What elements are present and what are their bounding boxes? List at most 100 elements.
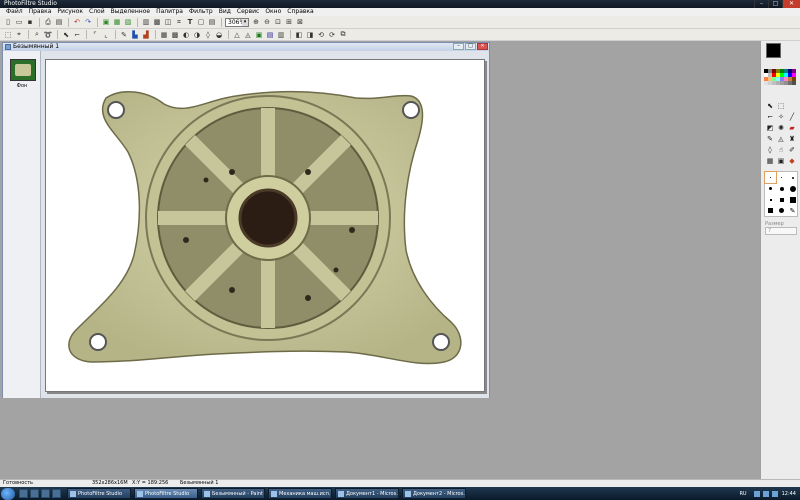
document-window[interactable]: Безымянный 1 – □ ✕ Фон <box>2 42 490 398</box>
print-icon[interactable]: ⎙ <box>43 17 53 27</box>
tray-icon[interactable] <box>762 490 769 497</box>
magic-wand-icon[interactable]: ⌕ <box>32 30 42 40</box>
pattern-tool-icon[interactable]: ▦ <box>765 156 775 166</box>
brush-size-option[interactable] <box>776 183 787 194</box>
fullscreen-icon[interactable]: ⊠ <box>295 17 305 27</box>
flip-v-icon[interactable]: ◨ <box>305 30 315 40</box>
save-icon[interactable]: ▪ <box>25 17 35 27</box>
brush-size-option[interactable] <box>765 194 776 205</box>
brush-tool-icon[interactable]: ✎ <box>765 134 775 144</box>
selection-tool-icon[interactable]: ⬚ <box>776 101 786 111</box>
menu-layer[interactable]: Слой <box>86 8 108 16</box>
fill-tool-icon[interactable]: ◩ <box>765 123 775 133</box>
menu-image[interactable]: Рисунок <box>54 8 86 16</box>
fill-icon[interactable]: ▙ <box>130 30 140 40</box>
brush-size-option[interactable] <box>787 172 798 183</box>
stamp-icon[interactable]: ✎ <box>119 30 129 40</box>
paste-icon[interactable]: ▦ <box>112 17 122 27</box>
eraser-tool-icon[interactable]: ▰ <box>787 123 797 133</box>
doc-close-button[interactable]: ✕ <box>477 43 488 50</box>
taskbar-item[interactable]: PhotoFiltre Studio <box>134 488 198 499</box>
menu-file[interactable]: Файл <box>3 8 26 16</box>
taskbar-item[interactable]: PhotoFiltre Studio <box>67 488 131 499</box>
stamp-tool-icon[interactable]: ♜ <box>787 134 797 144</box>
menu-help[interactable]: Справка <box>284 8 316 16</box>
drop-icon[interactable]: ◊ <box>203 30 213 40</box>
options-select[interactable]: 7 <box>765 227 797 235</box>
rotate-icon[interactable]: ⟲ <box>316 30 326 40</box>
pointer-tool-icon[interactable]: ⬉ <box>765 101 775 111</box>
taskbar-item[interactable]: Документ1 - Micros... <box>335 488 399 499</box>
image-canvas[interactable] <box>45 59 485 392</box>
menu-tools[interactable]: Сервис <box>234 8 262 16</box>
pencil-tool-icon[interactable]: ✐ <box>787 145 797 155</box>
line-tool-icon[interactable]: ╱ <box>787 112 797 122</box>
align-icon[interactable]: ⌞ <box>101 30 111 40</box>
menu-view[interactable]: Вид <box>216 8 234 16</box>
image-size-icon[interactable]: ▥ <box>141 17 151 27</box>
arrow-select-icon[interactable]: ⬉ <box>61 30 71 40</box>
brightness-icon[interactable]: ◑ <box>192 30 202 40</box>
pipette-icon[interactable]: ⌐ <box>72 30 82 40</box>
menu-window[interactable]: Окно <box>262 8 284 16</box>
contrast-icon[interactable]: ◒ <box>214 30 224 40</box>
taskbar-item[interactable]: Документ2 - Micros... <box>402 488 466 499</box>
spray-tool-icon[interactable]: ✺ <box>776 123 786 133</box>
maximize-button[interactable]: □ <box>768 0 782 8</box>
doc-maximize-button[interactable]: □ <box>465 43 476 50</box>
pattern-icon[interactable]: ▩ <box>170 30 180 40</box>
brush-size-option[interactable] <box>765 205 776 216</box>
menu-filter[interactable]: Фильтр <box>186 8 216 16</box>
menu-palette[interactable]: Палитра <box>153 8 186 16</box>
zoom-in-icon[interactable]: ⊕ <box>251 17 261 27</box>
browser-icon[interactable]: ▤ <box>207 17 217 27</box>
drop-tool-icon[interactable]: ◊ <box>765 145 775 155</box>
brush-size-option[interactable] <box>787 194 798 205</box>
layer-icon[interactable]: ◫ <box>163 17 173 27</box>
deform-tool-icon[interactable]: ◆ <box>787 156 797 166</box>
menu-selection[interactable]: Выделенное <box>108 8 153 16</box>
brush-size-option[interactable] <box>764 171 777 184</box>
copy-icon[interactable]: ▣ <box>101 17 111 27</box>
hue-icon[interactable]: ▤ <box>265 30 275 40</box>
levels-icon[interactable]: ▥ <box>276 30 286 40</box>
brush-size-option[interactable] <box>765 183 776 194</box>
corner-icon[interactable]: ⌜ <box>90 30 100 40</box>
undo-icon[interactable]: ↶ <box>72 17 82 27</box>
redo-icon[interactable]: ↷ <box>83 17 93 27</box>
blur-tool-icon[interactable]: ◬ <box>776 134 786 144</box>
smudge-tool-icon[interactable]: ☝ <box>776 145 786 155</box>
brush-size-option[interactable] <box>787 183 798 194</box>
eyedropper-tool-icon[interactable]: ⌐ <box>765 112 775 122</box>
rotate-right-icon[interactable]: ⟳ <box>327 30 337 40</box>
text-icon[interactable]: T <box>185 17 195 27</box>
brush-size-option[interactable] <box>776 205 787 216</box>
quick-launch-item[interactable] <box>52 489 61 498</box>
color-palette[interactable] <box>764 69 798 85</box>
select-tool-icon[interactable]: ⬚ <box>3 30 13 40</box>
fit-window-icon[interactable]: ⊞ <box>284 17 294 27</box>
minimize-button[interactable]: – <box>754 0 768 8</box>
tray-icon[interactable] <box>753 490 760 497</box>
magic-wand-tool-icon[interactable]: ✧ <box>776 112 786 122</box>
open-folder-icon[interactable]: ▭ <box>14 17 24 27</box>
quick-launch-item[interactable] <box>41 489 50 498</box>
language-indicator[interactable]: RU <box>739 491 746 497</box>
gradient-icon[interactable]: ▟ <box>141 30 151 40</box>
zoom-select[interactable]: 306% ▾ <box>225 17 249 27</box>
transform-icon[interactable]: ⧉ <box>338 30 348 40</box>
clone-tool-icon[interactable]: ▣ <box>776 156 786 166</box>
grid-icon[interactable]: ▦ <box>159 30 169 40</box>
sharpen-icon[interactable]: △ <box>232 30 242 40</box>
chevron-down-icon[interactable]: ▾ <box>242 18 248 26</box>
color-selector[interactable] <box>764 43 798 65</box>
lasso-icon[interactable]: ➰ <box>43 30 53 40</box>
color-adjust-icon[interactable]: ▣ <box>254 30 264 40</box>
blur-icon[interactable]: ◬ <box>243 30 253 40</box>
zoom-out-icon[interactable]: ⊖ <box>262 17 272 27</box>
taskbar-item[interactable]: Механика маш.исп... <box>268 488 332 499</box>
select-options-icon[interactable]: ⌖ <box>14 30 24 40</box>
brush-size-option[interactable] <box>776 194 787 205</box>
palette-swatch[interactable] <box>792 81 796 85</box>
crop-icon[interactable]: ⌗ <box>174 17 184 27</box>
